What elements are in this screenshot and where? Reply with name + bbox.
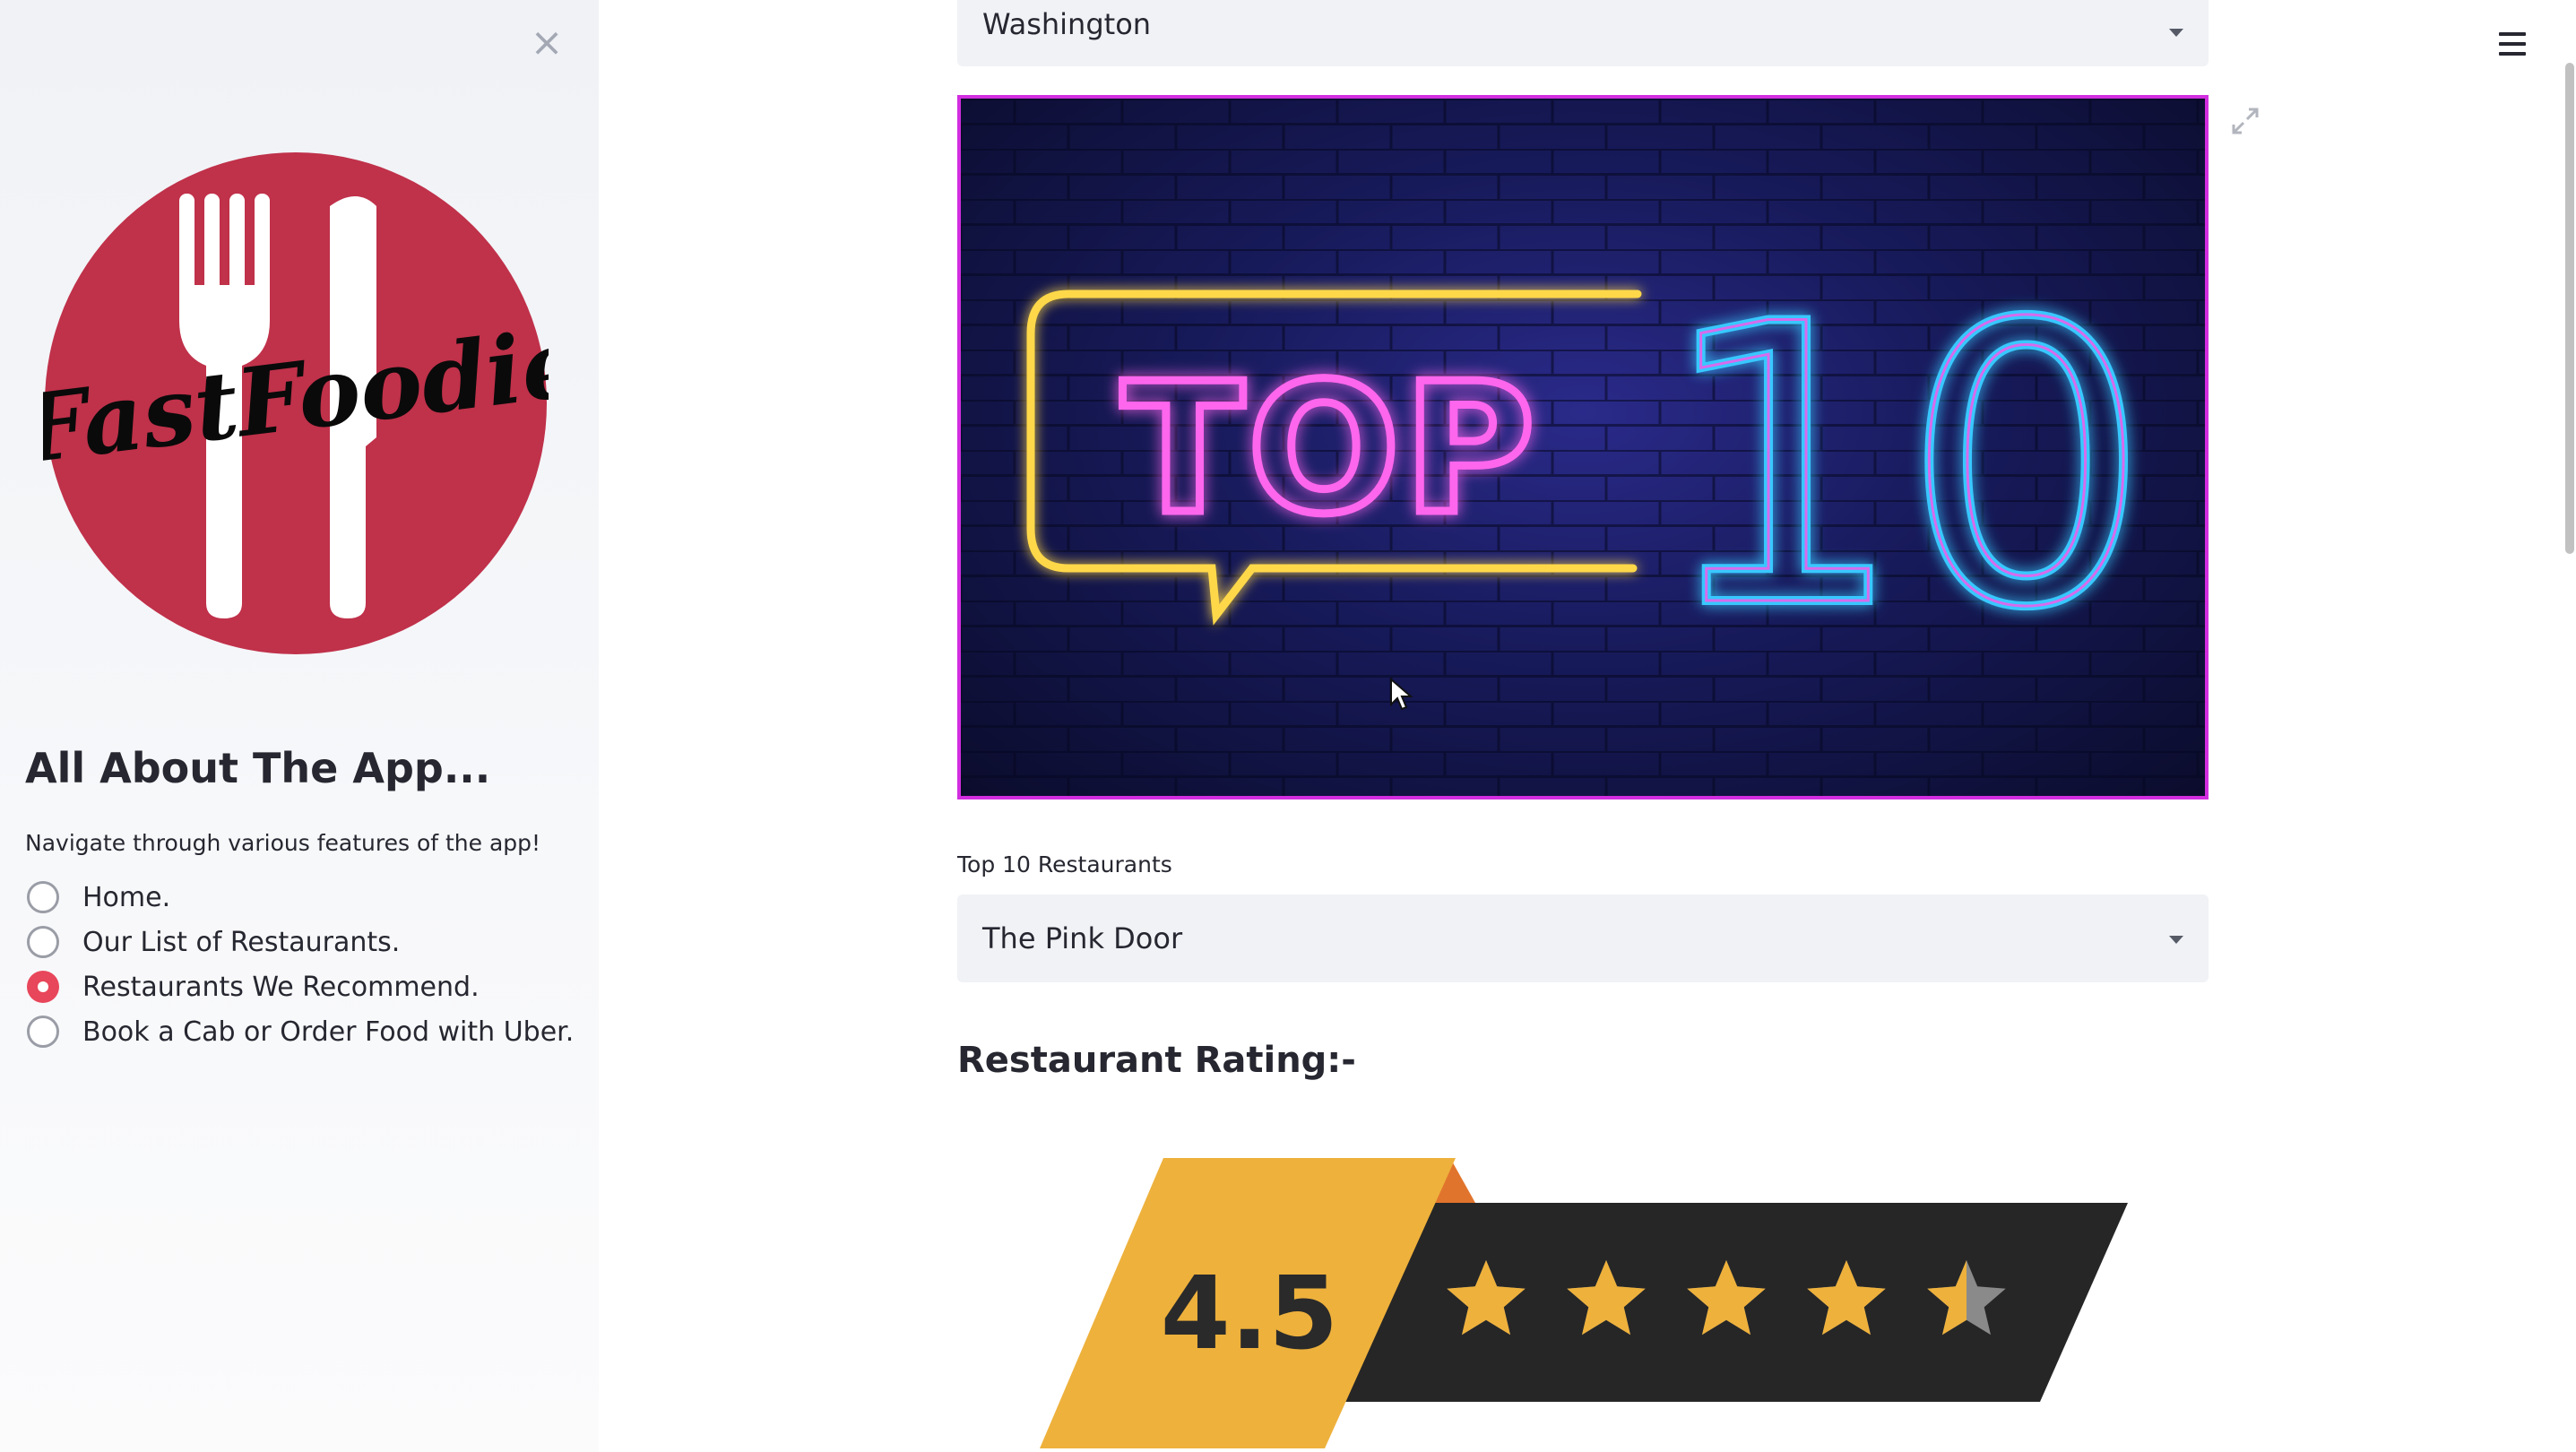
- city-select-value: Washington: [982, 7, 1152, 41]
- nav-option-label: Home.: [82, 881, 171, 913]
- top-10-banner-image: TOP 10 10: [957, 95, 2209, 799]
- restaurant-select-value: The Pink Door: [982, 921, 1183, 955]
- nav-option-uber[interactable]: Book a Cab or Order Food with Uber.: [27, 1009, 574, 1054]
- rating-value: 4.5: [1161, 1256, 1338, 1372]
- restaurant-select-label: Top 10 Restaurants: [957, 851, 1172, 877]
- hamburger-menu-icon[interactable]: [2499, 32, 2526, 57]
- nav-option-label: Our List of Restaurants.: [82, 926, 401, 958]
- nav-option-restaurant-list[interactable]: Our List of Restaurants.: [27, 920, 574, 964]
- rating-banner-image: 4.5: [1040, 1158, 2128, 1448]
- sidebar-title: All About The App...: [25, 744, 491, 792]
- rating-heading: Restaurant Rating:-: [957, 1040, 1356, 1081]
- radio-button[interactable]: [27, 926, 59, 958]
- sidebar: × FastFoodie All About The App... Naviga…: [0, 0, 599, 1452]
- radio-button[interactable]: [27, 881, 59, 913]
- radio-button[interactable]: [27, 1016, 59, 1048]
- restaurant-select[interactable]: The Pink Door: [957, 895, 2209, 982]
- sidebar-subtitle: Navigate through various features of the…: [25, 830, 541, 856]
- nav-option-label: Restaurants We Recommend.: [82, 971, 480, 1003]
- hero-word: TOP: [1121, 345, 1538, 554]
- mouse-cursor-icon: [1390, 678, 1413, 711]
- nav-option-home[interactable]: Home.: [27, 875, 574, 920]
- close-icon[interactable]: ×: [527, 23, 566, 63]
- hero-number-inner: 10: [1658, 244, 2148, 692]
- nav-option-label: Book a Cab or Order Food with Uber.: [82, 1016, 575, 1048]
- radio-button-selected[interactable]: [27, 971, 59, 1003]
- navigation-radio-group: Home. Our List of Restaurants. Restauran…: [27, 875, 574, 1054]
- nav-option-recommendations[interactable]: Restaurants We Recommend.: [27, 964, 574, 1009]
- fastfoodie-logo: FastFoodie: [43, 152, 549, 654]
- chevron-down-icon: [2169, 936, 2183, 944]
- city-select[interactable]: Washington: [957, 0, 2209, 66]
- chevron-down-icon: [2169, 29, 2183, 37]
- scrollbar[interactable]: [2565, 63, 2574, 554]
- expand-icon[interactable]: [2230, 106, 2260, 136]
